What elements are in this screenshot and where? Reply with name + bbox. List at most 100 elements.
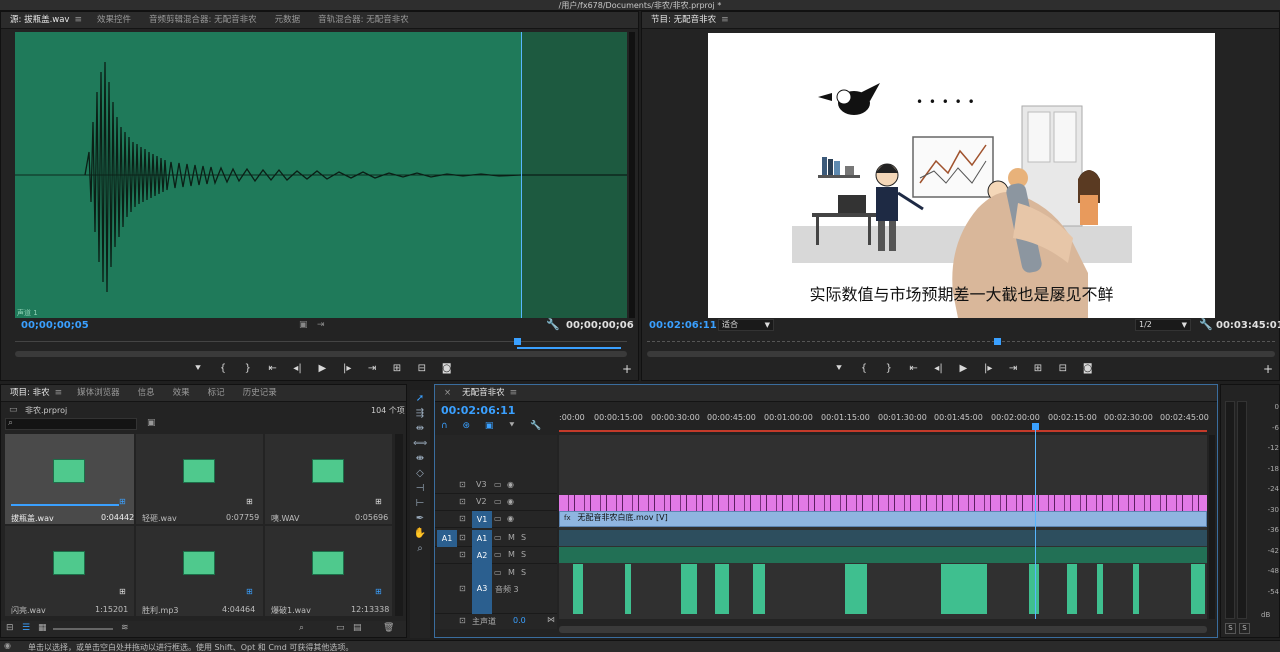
- add-marker-icon[interactable]: ⯆: [828, 363, 850, 374]
- hand-tool-icon[interactable]: ✋: [413, 527, 427, 540]
- snap-icon[interactable]: ∩: [441, 421, 448, 431]
- resolution-dropdown[interactable]: 1/2 ▼: [1135, 319, 1191, 331]
- selection-tool-icon[interactable]: ➚: [413, 392, 427, 405]
- rolling-edit-tool-icon[interactable]: ⟺: [413, 437, 427, 450]
- source-zoom-bar[interactable]: [15, 351, 627, 357]
- zoom-tool-icon[interactable]: ⌕: [413, 542, 427, 555]
- step-forward-icon[interactable]: |▸: [336, 363, 358, 374]
- add-marker-icon[interactable]: ▣: [485, 421, 494, 431]
- go-to-out-icon[interactable]: ⇥: [1002, 363, 1024, 374]
- timeline-playhead-handle[interactable]: [1032, 423, 1039, 430]
- track-select-tool-icon[interactable]: ⇶: [413, 407, 427, 420]
- program-monitor-frame[interactable]: • • • • • 实际数值与市场预期差一大截也是屡见不鲜: [708, 33, 1215, 318]
- audio-clip[interactable]: [941, 564, 987, 614]
- delete-icon[interactable]: 🗑: [383, 623, 394, 633]
- audio-clip[interactable]: [625, 564, 631, 614]
- mute-button[interactable]: M: [508, 533, 515, 542]
- solo-button[interactable]: S: [521, 533, 526, 542]
- lift-icon[interactable]: ⊞: [1027, 363, 1049, 374]
- search-input[interactable]: ⌕: [5, 418, 137, 430]
- lock-icon[interactable]: ⊡: [459, 497, 466, 506]
- track-v2-lane[interactable]: [559, 495, 1207, 511]
- menu-icon[interactable]: ≡: [510, 388, 524, 398]
- source-playhead-marker[interactable]: [514, 338, 521, 345]
- track-label-a3[interactable]: A3: [472, 564, 492, 614]
- mark-in-icon[interactable]: {: [212, 363, 234, 374]
- go-to-in-icon[interactable]: ⇤: [262, 363, 284, 374]
- mark-in-icon[interactable]: {: [853, 363, 875, 374]
- audio-clip[interactable]: [1067, 564, 1077, 614]
- audio-clip[interactable]: [753, 564, 765, 614]
- rate-stretch-tool-icon[interactable]: ⇼: [413, 452, 427, 465]
- solo-right-button[interactable]: S: [1239, 623, 1250, 634]
- tab-media-browser[interactable]: 媒体浏览器: [68, 385, 129, 402]
- project-item[interactable]: ⊞ 爆破1.wav 12:13338: [265, 526, 392, 616]
- wrench-icon[interactable]: 🔧: [1199, 318, 1213, 331]
- program-time-ruler[interactable]: [647, 341, 1275, 349]
- jump-to-end-icon[interactable]: ⋈: [547, 615, 555, 624]
- tab-sequence[interactable]: 无配音非农: [453, 385, 514, 402]
- a2-clip[interactable]: [559, 547, 1207, 563]
- insert-icon[interactable]: ⊞: [386, 363, 408, 374]
- project-vscroll[interactable]: [395, 434, 403, 616]
- program-playhead-marker[interactable]: [994, 338, 1001, 345]
- project-item[interactable]: ⊞ 拔瓶盖.wav 0:04442: [5, 434, 134, 524]
- step-back-icon[interactable]: ◂|: [287, 363, 309, 374]
- audio-clip[interactable]: [1029, 564, 1039, 614]
- step-forward-icon[interactable]: |▸: [977, 363, 999, 374]
- project-item[interactable]: ⊞ 闪亮.wav 1:15201: [5, 526, 134, 616]
- play-icon[interactable]: ▶: [311, 363, 333, 374]
- lock-icon[interactable]: ⊡: [459, 550, 466, 559]
- extract-icon[interactable]: ⊟: [1052, 363, 1074, 374]
- pen-tool-icon[interactable]: ✒: [413, 512, 427, 525]
- timeline-hscroll[interactable]: [559, 626, 1207, 633]
- go-to-out-icon[interactable]: ⇥: [361, 363, 383, 374]
- tab-effect-controls[interactable]: 效果控件: [88, 12, 140, 29]
- v1-clip[interactable]: fx 无配音非农白底.mov [V]: [559, 511, 1207, 527]
- timeline-timecode[interactable]: 00:02:06:11: [441, 404, 515, 417]
- timeline-playhead[interactable]: [1035, 423, 1036, 619]
- sync-lock-icon[interactable]: ▭: [494, 514, 502, 523]
- timeline-ruler[interactable]: :00:00 00:00:15:00 00:00:30:00 00:00:45:…: [559, 409, 1209, 433]
- add-button-icon[interactable]: +: [622, 362, 632, 376]
- audio-clip[interactable]: [573, 564, 583, 614]
- eye-icon[interactable]: ◉: [507, 497, 514, 506]
- step-back-icon[interactable]: ◂|: [928, 363, 950, 374]
- solo-button[interactable]: S: [521, 550, 526, 559]
- new-bin-icon[interactable]: ▭: [336, 623, 345, 633]
- sync-lock-icon[interactable]: ▭: [494, 533, 502, 542]
- timeline-vscroll[interactable]: [1209, 435, 1215, 619]
- program-zoom-bar[interactable]: [647, 351, 1275, 357]
- ripple-edit-tool-icon[interactable]: ⇹: [413, 422, 427, 435]
- lock-icon[interactable]: ⊡: [459, 533, 466, 542]
- sync-lock-icon[interactable]: ▭: [494, 497, 502, 506]
- tab-source[interactable]: 源: 拔瓶盖.wav: [1, 12, 78, 29]
- solo-left-button[interactable]: S: [1225, 623, 1236, 634]
- audio-clip[interactable]: [1191, 564, 1205, 614]
- wrench-icon[interactable]: 🔧: [546, 318, 560, 331]
- wrench-icon[interactable]: 🔧: [530, 421, 541, 431]
- lock-icon[interactable]: ⊡: [459, 616, 466, 625]
- project-item[interactable]: ⊞ 咦.WAV 0:05696: [265, 434, 392, 524]
- razor-tool-icon[interactable]: ◇: [413, 467, 427, 480]
- mark-out-icon[interactable]: }: [878, 363, 900, 374]
- menu-icon[interactable]: ≡: [74, 15, 88, 25]
- tab-markers[interactable]: 标记: [199, 385, 234, 402]
- track-label-a1[interactable]: A1: [472, 530, 492, 547]
- fit-dropdown[interactable]: 适合 ▼: [718, 319, 774, 331]
- sync-lock-icon[interactable]: ▭: [494, 480, 502, 489]
- tab-info[interactable]: 信息: [129, 385, 164, 402]
- new-bin-icon[interactable]: ▣: [147, 418, 156, 428]
- mark-out-icon[interactable]: }: [237, 363, 259, 374]
- tab-history[interactable]: 历史记录: [234, 385, 286, 402]
- tab-program[interactable]: 节目: 无配音非农: [642, 12, 725, 29]
- track-a3-lane[interactable]: [559, 564, 1207, 614]
- menu-icon[interactable]: ≡: [55, 388, 69, 398]
- sync-lock-icon[interactable]: ▭: [494, 568, 502, 577]
- source-patch-a1[interactable]: A1: [437, 530, 457, 547]
- list-view-icon[interactable]: ☰: [22, 623, 30, 633]
- eye-icon[interactable]: ◉: [507, 514, 514, 523]
- mute-button[interactable]: M: [508, 568, 515, 577]
- sort-icon[interactable]: ≋: [121, 623, 129, 633]
- tab-project[interactable]: 项目: 非农: [1, 385, 59, 402]
